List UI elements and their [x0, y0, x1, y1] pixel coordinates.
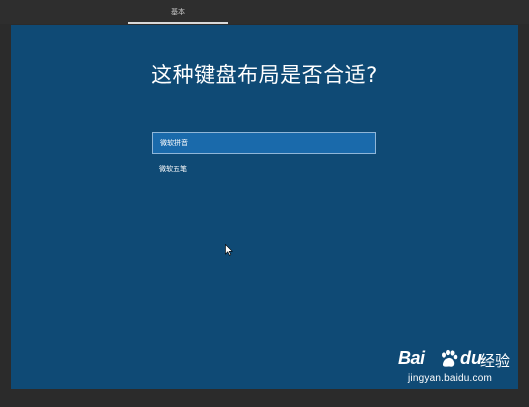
- option-microsoft-pinyin[interactable]: 微软拼音: [152, 132, 376, 154]
- baidu-jingyan-watermark: Bai du 经验 jingyan.baidu.com: [398, 348, 510, 388]
- mouse-pointer-icon: [225, 244, 233, 256]
- baidu-paw-icon: [442, 349, 458, 367]
- main-panel: 这种键盘布局是否合适? 微软拼音 微软五笔: [11, 25, 518, 389]
- jingyan-label: 经验: [480, 352, 511, 370]
- baidu-logo-text-du: du: [460, 348, 482, 368]
- tab-basic[interactable]: 基本: [128, 4, 228, 24]
- watermark-url: jingyan.baidu.com: [408, 373, 493, 384]
- option-label: 微软五笔: [159, 165, 187, 173]
- tab-underline: [128, 22, 228, 24]
- top-bar: 基本: [0, 0, 529, 24]
- baidu-logo-text: Bai: [398, 348, 425, 368]
- option-microsoft-wubi[interactable]: 微软五笔: [152, 158, 376, 180]
- oobe-screen: 基本 这种键盘布局是否合适? 微软拼音 微软五笔 Bai du 经验 jingy…: [0, 0, 529, 407]
- option-label: 微软拼音: [160, 139, 188, 147]
- page-title: 这种键盘布局是否合适?: [151, 63, 378, 87]
